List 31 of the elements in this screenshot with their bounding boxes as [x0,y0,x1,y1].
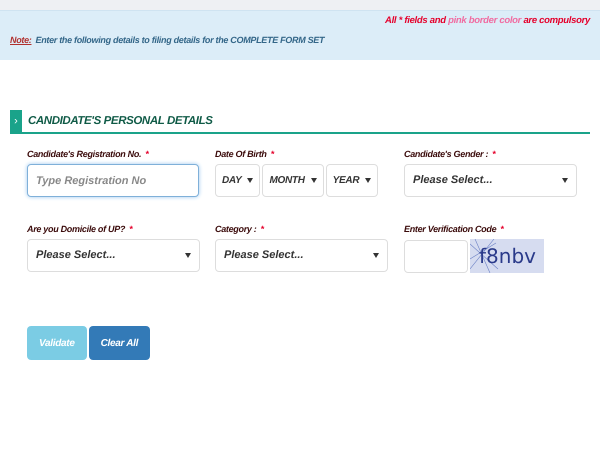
required-mark-text: * [260,223,264,236]
field-label: Candidate's Gender : [404,148,488,161]
caret-icon [562,178,568,183]
verification-field[interactable] [404,240,468,272]
note-text: Enter the following details to filing details for the COMPLETE FORM SET [36,34,324,48]
date-part-select[interactable]: YEAR [326,164,378,197]
clear-button[interactable]: Clear All [88,326,150,360]
caret-icon [373,253,379,258]
caret-icon [185,253,191,258]
select-dropdown[interactable]: Please Select... [27,239,200,272]
required-mark-text: * [270,148,274,161]
required-mark-text: * [145,148,148,161]
field-label: Category : [215,223,257,236]
field-label: Enter Verification Code [404,223,496,236]
field-label: Date Of Birth [215,148,267,161]
field-label: Candidate's Registration No. [27,148,142,161]
select-dropdown[interactable]: Please Select... [404,164,577,197]
required-mark-text: * [500,223,504,236]
caret-icon [247,178,254,183]
caret-icon [310,178,317,183]
note-label: Note: [10,34,32,48]
section-title: CANDIDATE'S PERSONAL DETAILS [28,114,212,129]
date-part-select[interactable]: DAY [215,164,260,197]
registration-field[interactable]: Type Registration No [27,164,199,197]
caret-icon [365,178,372,183]
date-part-select[interactable]: MONTH [262,164,324,197]
compulsory-notice: All * fields and pink border color are compulsory [385,14,590,28]
required-mark-text: * [492,148,496,161]
field-label: Are you Domicile of UP? [27,223,126,236]
required-mark-text: * [129,223,132,236]
select-dropdown[interactable]: Please Select... [215,239,388,272]
